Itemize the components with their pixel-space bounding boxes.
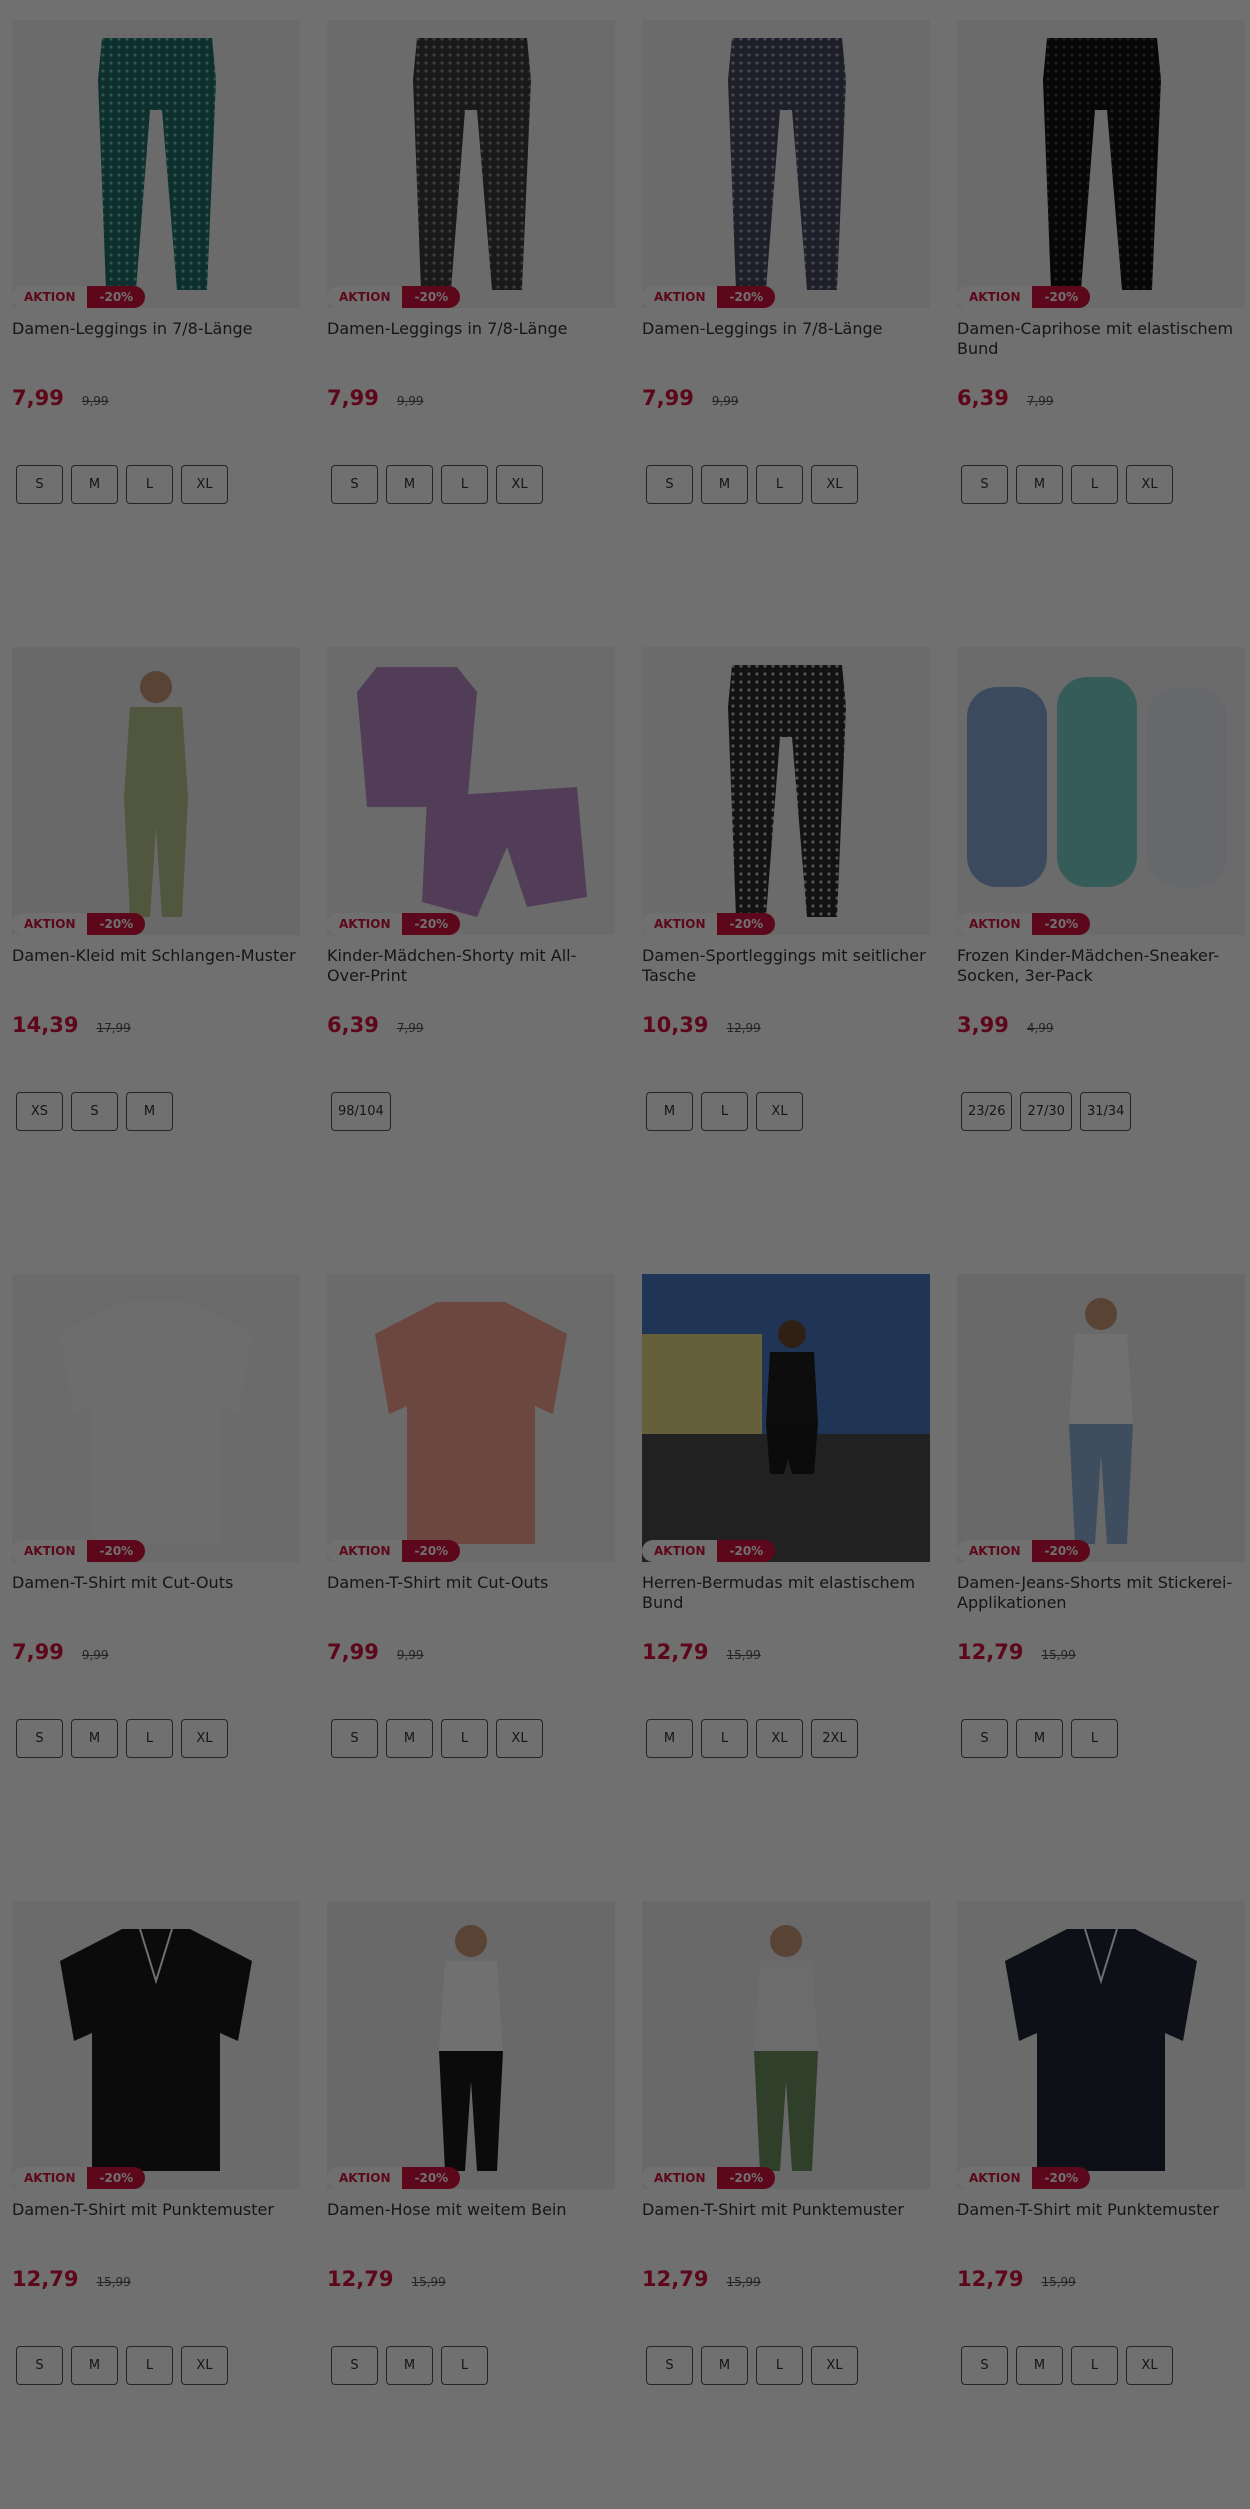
modal-overlay[interactable] <box>0 0 1250 2509</box>
